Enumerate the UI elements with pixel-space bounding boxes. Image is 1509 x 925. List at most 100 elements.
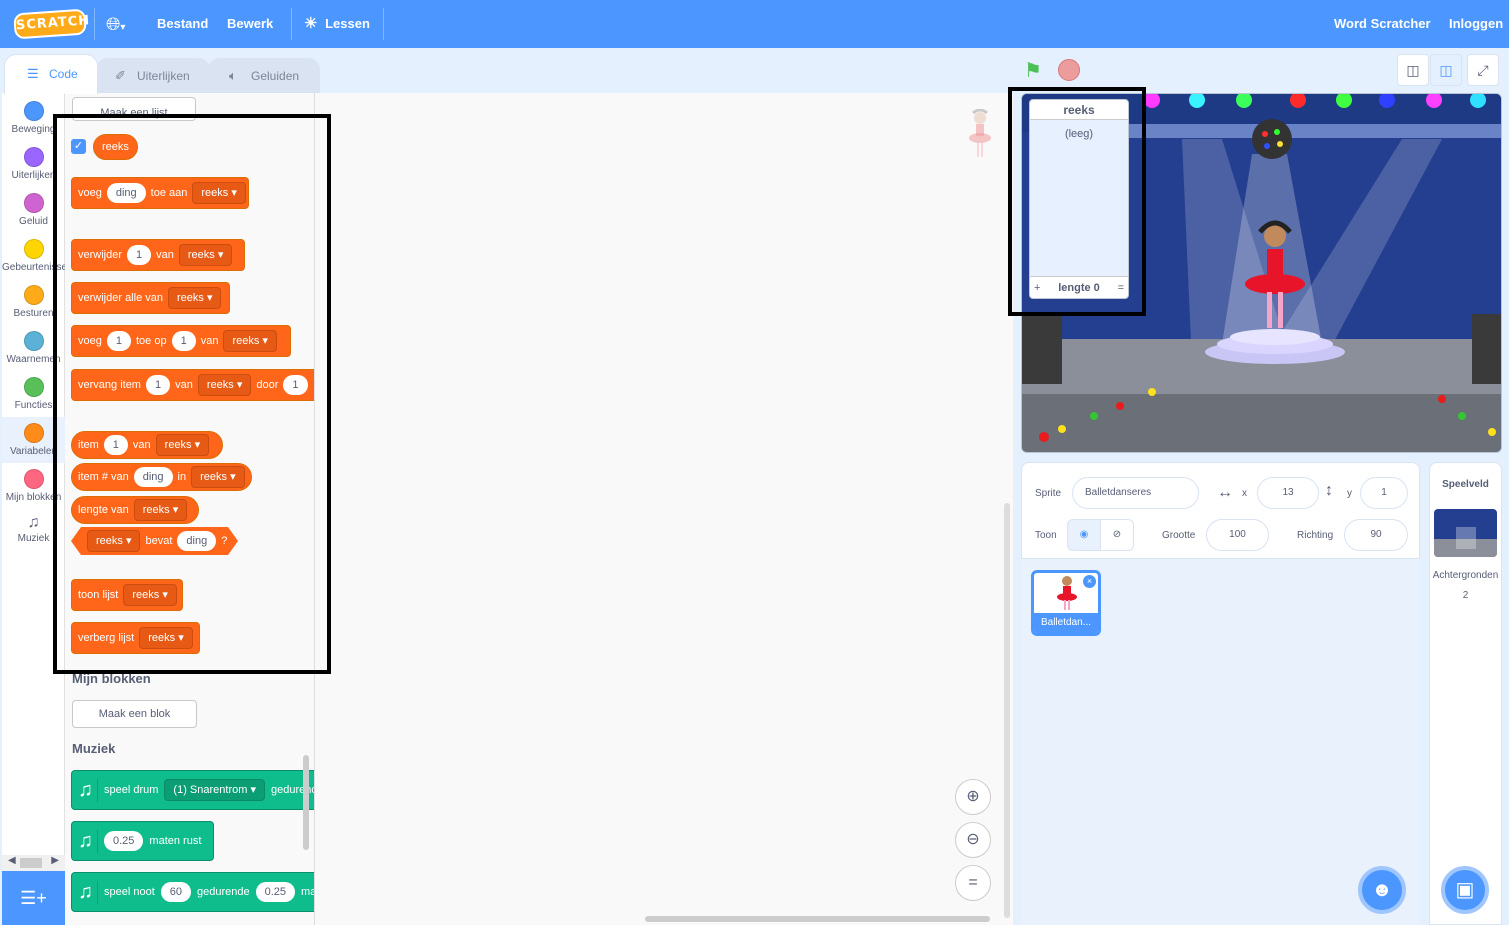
block-input[interactable]: 60 — [160, 882, 192, 902]
length-of-list-block[interactable]: lengte van reeks — [71, 496, 199, 524]
block-input[interactable]: ding — [177, 531, 216, 551]
block-input[interactable]: ding — [106, 183, 146, 203]
tutorials-button[interactable]: ☀ Lessen — [304, 0, 370, 48]
delete-of-list-block[interactable]: verwijder 1 van reeks — [71, 239, 245, 271]
show-hidden-button[interactable]: ⊘ — [1100, 519, 1134, 551]
tab-costumes[interactable]: ✐ Uiterlijken — [96, 58, 210, 94]
list-dropdown[interactable]: reeks — [167, 287, 222, 309]
category-scrollbar[interactable]: ◀ ▶ — [2, 855, 65, 871]
list-monitor-checkbox[interactable]: ✓ — [71, 139, 86, 154]
list-resize-handle[interactable]: = — [1118, 277, 1124, 299]
block-input[interactable]: 1 — [103, 435, 128, 455]
list-dropdown[interactable]: reeks — [123, 584, 177, 606]
list-dropdown[interactable]: reeks — [223, 330, 277, 352]
list-monitor-footer: + lengte 0 = — [1030, 276, 1128, 298]
tab-sounds[interactable]: 🔈︎ Geluiden — [208, 58, 320, 94]
scroll-left-icon[interactable]: ◀ — [8, 855, 16, 866]
stage-panel[interactable]: Speelveld Achtergronden 2 — [1429, 462, 1502, 925]
palette-scrollbar[interactable] — [303, 755, 309, 850]
block-input[interactable]: 1 — [127, 245, 152, 265]
show-list-block[interactable]: toon lijst reeks — [71, 579, 183, 611]
show-visible-button[interactable]: ◉ — [1067, 519, 1101, 551]
list-dropdown[interactable]: reeks — [191, 466, 245, 488]
category-label: Mijn blokken — [5, 492, 62, 503]
list-dropdown[interactable]: reeks — [192, 182, 246, 204]
drum-dropdown[interactable]: (1) Snarentrom — [164, 779, 265, 801]
block-input[interactable]: 1 — [171, 331, 196, 351]
category-music[interactable]: ♫ Muziek — [2, 509, 65, 555]
sprite-card[interactable]: × Balletdan... — [1031, 570, 1101, 636]
play-drum-block[interactable]: ♫ speel drum (1) Snarentrom gedurende — [71, 770, 314, 810]
list-reporter-block[interactable]: reeks — [93, 134, 138, 160]
brush-icon: ✐ — [115, 68, 126, 83]
list-dropdown[interactable]: reeks — [133, 499, 188, 521]
x-field[interactable]: 13 — [1257, 477, 1319, 509]
category-operators[interactable]: Functies — [2, 371, 65, 417]
list-dropdown[interactable]: reeks — [178, 244, 233, 266]
tab-code[interactable]: ☰ Code — [4, 54, 98, 94]
category-events[interactable]: Gebeurtenissen — [2, 233, 65, 279]
menu-file[interactable]: Bestand — [157, 0, 208, 48]
make-list-button[interactable]: Maak een lijst — [72, 97, 196, 121]
delete-sprite-icon[interactable]: × — [1083, 575, 1096, 588]
zoom-reset-button[interactable]: = — [955, 865, 991, 901]
play-note-block[interactable]: ♫ speel noot 60 gedurende 0.25 maten — [71, 872, 314, 912]
block-input[interactable]: 1 — [283, 375, 308, 395]
scratch-logo[interactable]: SCRATCH — [13, 8, 91, 40]
normal-stage-button[interactable]: ◫ — [1430, 54, 1462, 86]
category-variables[interactable]: Variabelen — [2, 417, 65, 463]
list-dropdown[interactable]: reeks — [139, 627, 193, 649]
menu-edit[interactable]: Bewerk — [227, 0, 273, 48]
category-control[interactable]: Besturen — [2, 279, 65, 325]
block-input[interactable]: 0.25 — [255, 882, 296, 902]
list-contains-block[interactable]: reeks bevat ding ? — [71, 527, 238, 555]
block-input[interactable]: 0.25 — [104, 831, 144, 851]
stop-icon[interactable] — [1058, 59, 1080, 81]
fullscreen-button[interactable]: ⤢ — [1467, 54, 1499, 86]
zoom-in-button[interactable]: ⊕ — [955, 779, 991, 815]
add-to-list-block[interactable]: voeg ding toe aan reeks — [71, 177, 249, 209]
small-stage-button[interactable]: ◫ — [1397, 54, 1429, 86]
item-number-block[interactable]: item # van ding in reeks — [71, 463, 252, 491]
category-my-blocks[interactable]: Mijn blokken — [2, 463, 65, 509]
script-area[interactable]: ⊕ ⊖ = — [315, 93, 1013, 925]
language-globe-icon[interactable]: 🌐︎▾ — [106, 0, 125, 48]
sign-in-link[interactable]: Inloggen — [1449, 0, 1503, 48]
sprite-card-name: Balletdan... — [1034, 613, 1098, 633]
green-flag-icon[interactable]: ⚑ — [1024, 58, 1042, 83]
list-dropdown[interactable]: reeks — [155, 434, 210, 456]
insert-at-block[interactable]: voeg 1 toe op 1 van reeks — [71, 325, 291, 357]
script-vscrollbar[interactable] — [1004, 503, 1010, 918]
y-field[interactable]: 1 — [1360, 477, 1408, 509]
list-dropdown[interactable]: reeks — [87, 530, 140, 552]
size-field[interactable]: 100 — [1206, 519, 1269, 551]
item-of-list-block[interactable]: item 1 van reeks — [71, 431, 223, 459]
category-sensing[interactable]: Waarnemen — [2, 325, 65, 371]
scroll-right-icon[interactable]: ▶ — [51, 855, 59, 866]
category-looks[interactable]: Uiterlijken — [2, 141, 65, 187]
hide-list-block[interactable]: verberg lijst reeks — [71, 622, 200, 654]
replace-item-block[interactable]: vervang item 1 van reeks door 1 — [71, 369, 314, 401]
make-block-button[interactable]: Maak een blok — [72, 700, 197, 728]
zoom-out-button[interactable]: ⊖ — [955, 822, 991, 858]
choose-backdrop-button[interactable]: ▣ — [1441, 866, 1489, 914]
category-sound[interactable]: Geluid — [2, 187, 65, 233]
category-motion[interactable]: Beweging — [2, 95, 65, 141]
music-note-icon: ♫ — [78, 778, 98, 802]
join-scratch-link[interactable]: Word Scratcher — [1334, 0, 1431, 48]
add-extension-button[interactable]: ☰+ — [2, 871, 65, 925]
rest-block[interactable]: ♫ 0.25 maten rust — [71, 821, 214, 861]
block-input[interactable]: 1 — [106, 331, 131, 351]
block-text: vervang item — [78, 379, 141, 391]
block-text: verberg lijst — [78, 632, 135, 644]
block-input[interactable]: ding — [133, 467, 173, 487]
delete-all-block[interactable]: verwijder alle van reeks — [71, 282, 230, 314]
direction-field[interactable]: 90 — [1344, 519, 1408, 551]
script-hscrollbar[interactable] — [645, 916, 990, 922]
list-monitor[interactable]: reeks (leeg) + lengte 0 = — [1029, 99, 1129, 299]
list-dropdown[interactable]: reeks — [197, 374, 252, 396]
choose-sprite-button[interactable]: ☻ — [1358, 866, 1406, 914]
scroll-thumb[interactable] — [20, 858, 42, 868]
sprite-name-field[interactable]: Balletdanseres — [1072, 477, 1199, 509]
block-input[interactable]: 1 — [145, 375, 171, 395]
